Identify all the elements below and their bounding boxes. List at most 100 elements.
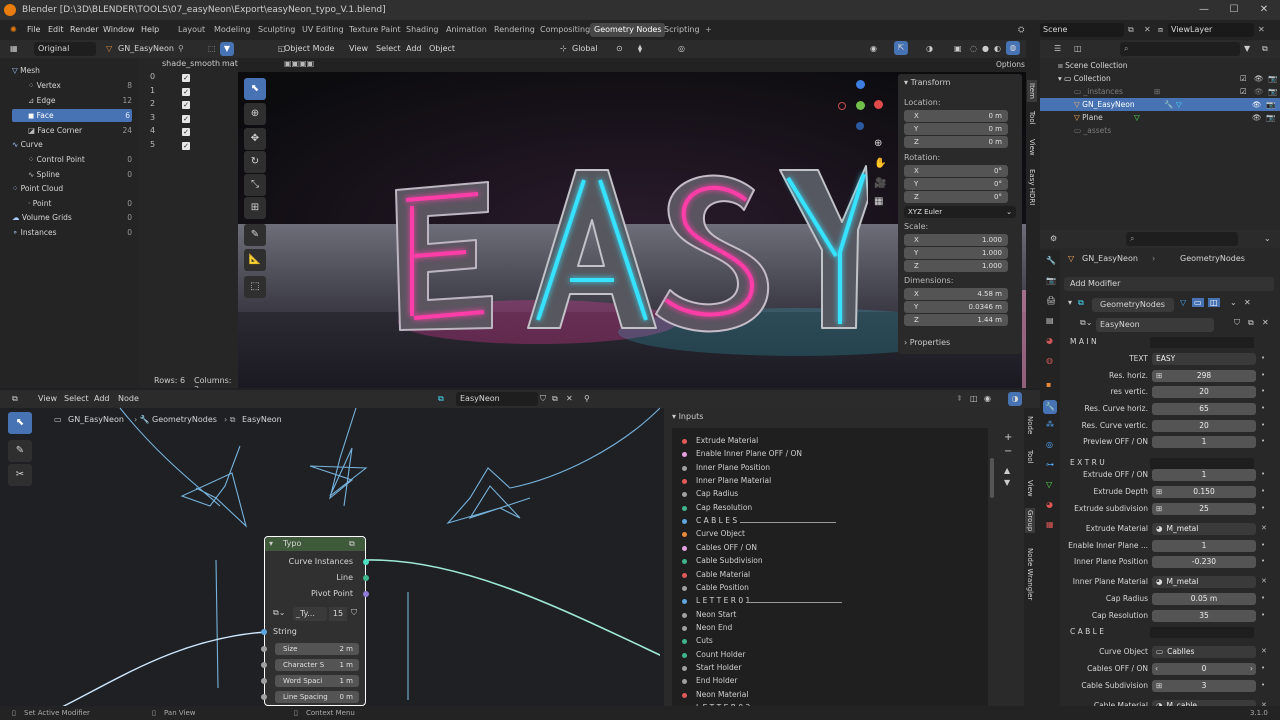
socket-curve-instances[interactable] — [363, 559, 369, 565]
gizmo-toggle-icon[interactable]: ⇱ — [894, 41, 908, 55]
outliner-item-gn-easyneon[interactable]: ▽ GN_EasyNeon 🔧 ▽ 👁 📷 — [1040, 98, 1280, 111]
axis-neg-x-icon[interactable] — [838, 102, 846, 110]
group-input-item[interactable]: Cap Resolution — [696, 503, 752, 512]
group-input-item[interactable]: Inner Plane Material — [696, 476, 771, 485]
maximize-icon[interactable]: ☐ — [1220, 0, 1248, 20]
modifier-menu-icon[interactable]: ⌄ — [1230, 298, 1237, 307]
node-collapse-icon[interactable]: ▾ — [269, 539, 273, 548]
preview-toggle-field[interactable]: 1 — [1152, 436, 1256, 448]
properties-panel-toggle[interactable]: › Properties — [904, 338, 950, 347]
node-group-icon[interactable]: ⧉ — [349, 539, 355, 549]
dimensions-z-field[interactable]: Z 1.44 m — [904, 314, 1008, 326]
outliner-scene-collection[interactable]: ⧈ Scene Collection — [1058, 59, 1258, 72]
tree-item-instances[interactable]: ⚬ Instances 0 — [12, 226, 132, 239]
properties-search-input[interactable]: ⌕ — [1126, 232, 1238, 246]
input-word-spacing-field[interactable]: Word Spaci 1 m — [275, 675, 359, 687]
cursor-icon[interactable]: ⊕ — [244, 103, 266, 125]
group-input-item[interactable]: Inner Plane Position — [696, 463, 770, 472]
grid-perspective-icon[interactable]: ▦ — [874, 196, 883, 207]
font-fake-user-icon[interactable]: ⛉ — [351, 608, 357, 618]
menu-view[interactable]: View — [349, 40, 368, 58]
tab-animation[interactable]: Animation — [442, 23, 491, 37]
menu-help[interactable]: Help — [141, 20, 159, 40]
xray-icon[interactable]: ▣ — [954, 40, 962, 58]
add-cube-icon[interactable]: ⬚ — [244, 276, 266, 298]
tab-node-tool[interactable]: Tool — [1025, 448, 1035, 466]
add-modifier-button[interactable]: Add Modifier — [1064, 277, 1274, 291]
extrude-material-field[interactable]: ◕ M_metal — [1152, 523, 1256, 535]
remove-input-icon[interactable]: − — [1004, 446, 1012, 457]
tab-group[interactable]: Group — [1025, 508, 1035, 534]
location-x-field[interactable]: X0 m — [904, 110, 1008, 122]
group-input-item[interactable]: Enable Inner Plane OFF / ON — [696, 449, 802, 458]
tab-shading[interactable]: Shading — [402, 23, 443, 37]
node-overlay-icon[interactable]: ◉ — [984, 390, 991, 408]
res-vertic-field[interactable]: 20 — [1152, 386, 1256, 398]
constraints-tab-icon[interactable]: ⊶ — [1046, 460, 1054, 469]
shading-solid-icon[interactable]: ● — [982, 40, 989, 58]
keyframe-dot-icon[interactable]: • — [1261, 611, 1265, 619]
tree-item-point-cloud[interactable]: ⁘ Point Cloud — [12, 182, 132, 195]
tree-item-control-point[interactable]: ⁘ Control Point 0 — [28, 153, 132, 166]
shading-material-icon[interactable]: ◐ — [994, 40, 1001, 58]
transform-orientation-dropdown[interactable]: Global — [572, 40, 598, 58]
group-input-item[interactable]: Cap Radius — [696, 489, 738, 498]
outliner-item-instances[interactable]: ▭ _instances ⊞ ☑ 👁 📷 — [1074, 85, 1277, 98]
close-icon[interactable]: ✕ — [1250, 0, 1278, 20]
object-mode-dropdown[interactable]: Object Mode — [284, 40, 334, 58]
spreadsheet-editor-icon[interactable]: ▦ — [10, 40, 18, 58]
render-toggle-icon[interactable]: ◫ — [1208, 298, 1220, 307]
scale-y-field[interactable]: Y 1.000 — [904, 247, 1008, 259]
tab-sculpting[interactable]: Sculpting — [254, 23, 299, 37]
clear-field-icon[interactable]: ✕ — [1261, 524, 1267, 532]
res-horiz-field[interactable]: ⊞ 298 — [1152, 370, 1256, 382]
cable-subdivision-field[interactable]: ⊞ 3 — [1152, 680, 1256, 692]
socket-line[interactable] — [363, 575, 369, 581]
tree-item-face-corner[interactable]: ◪ Face Corner 24 — [28, 124, 132, 137]
socket-size[interactable] — [261, 646, 267, 652]
tab-geometry-nodes[interactable]: Geometry Nodes — [590, 23, 666, 37]
modifier-tab-icon[interactable]: 🔧 — [1043, 400, 1057, 414]
axis-x-icon[interactable] — [874, 100, 883, 109]
outliner-filter-icon[interactable]: ▼ — [1244, 40, 1250, 58]
tab-easy-hdri[interactable]: Easy HDRI — [1027, 166, 1037, 208]
rotate-icon[interactable]: ↻ — [244, 151, 266, 173]
group-input-item[interactable]: Start Holder — [696, 663, 741, 672]
keyframe-dot-icon[interactable]: • — [1261, 557, 1265, 565]
display-mode-dropdown[interactable]: Original — [34, 42, 96, 56]
measure-icon[interactable]: 📐 — [244, 249, 266, 271]
keyframe-dot-icon[interactable]: • — [1261, 487, 1265, 495]
duplicate-node-group-icon[interactable]: ⧉ — [1248, 318, 1254, 328]
selected-only-icon[interactable]: ⬚ — [208, 40, 216, 58]
rotation-x-field[interactable]: X 0° — [904, 165, 1008, 177]
view-layer-tab-icon[interactable]: ▤ — [1046, 316, 1054, 325]
tab-tool[interactable]: Tool — [1027, 108, 1037, 128]
viewlayer-selector[interactable]: ViewLayer — [1168, 23, 1254, 37]
menu-file[interactable]: File — [27, 20, 40, 40]
3d-viewport[interactable]: ◱ Object Mode View Select Add Object ⊹ G… — [238, 40, 1026, 388]
selection-mode-icons[interactable]: ▣▣▣▣ — [284, 59, 314, 68]
cables-toggle-field[interactable]: ‹ › 0 — [1152, 663, 1256, 675]
tab-node-view[interactable]: View — [1025, 478, 1035, 499]
move-icon[interactable]: ✥ — [244, 128, 266, 150]
tab-node[interactable]: Node — [1025, 414, 1035, 436]
properties-editor-icon[interactable]: ⚙ — [1050, 230, 1057, 248]
group-input-item[interactable]: Cable Position — [696, 583, 749, 592]
filter-icon[interactable]: ▼ — [220, 42, 234, 56]
keyframe-dot-icon[interactable]: • — [1261, 404, 1265, 412]
tab-uv-editing[interactable]: UV Editing — [298, 23, 348, 37]
pivot-icon[interactable]: ⊙ — [616, 40, 623, 58]
tab-rendering[interactable]: Rendering — [490, 23, 539, 37]
neon-text-object[interactable] — [388, 160, 868, 340]
menu-edit[interactable]: Edit — [48, 20, 64, 40]
group-input-item[interactable]: Cuts — [696, 636, 713, 645]
extrude-depth-field[interactable]: ⊞ 0.150 — [1152, 486, 1256, 498]
data-tab-icon[interactable]: ▽ — [1046, 480, 1052, 489]
menu-select[interactable]: Select — [376, 40, 401, 58]
input-line-spacing-field[interactable]: Line Spacing 0 m — [275, 691, 359, 703]
particles-tab-icon[interactable]: ⁂ — [1046, 420, 1054, 429]
proportional-edit-icon[interactable]: ◎ — [678, 40, 685, 58]
input-size-field[interactable]: Size 2 m — [275, 643, 359, 655]
physics-tab-icon[interactable]: ◎ — [1046, 440, 1053, 449]
res-curve-horiz-field[interactable]: 65 — [1152, 403, 1256, 415]
